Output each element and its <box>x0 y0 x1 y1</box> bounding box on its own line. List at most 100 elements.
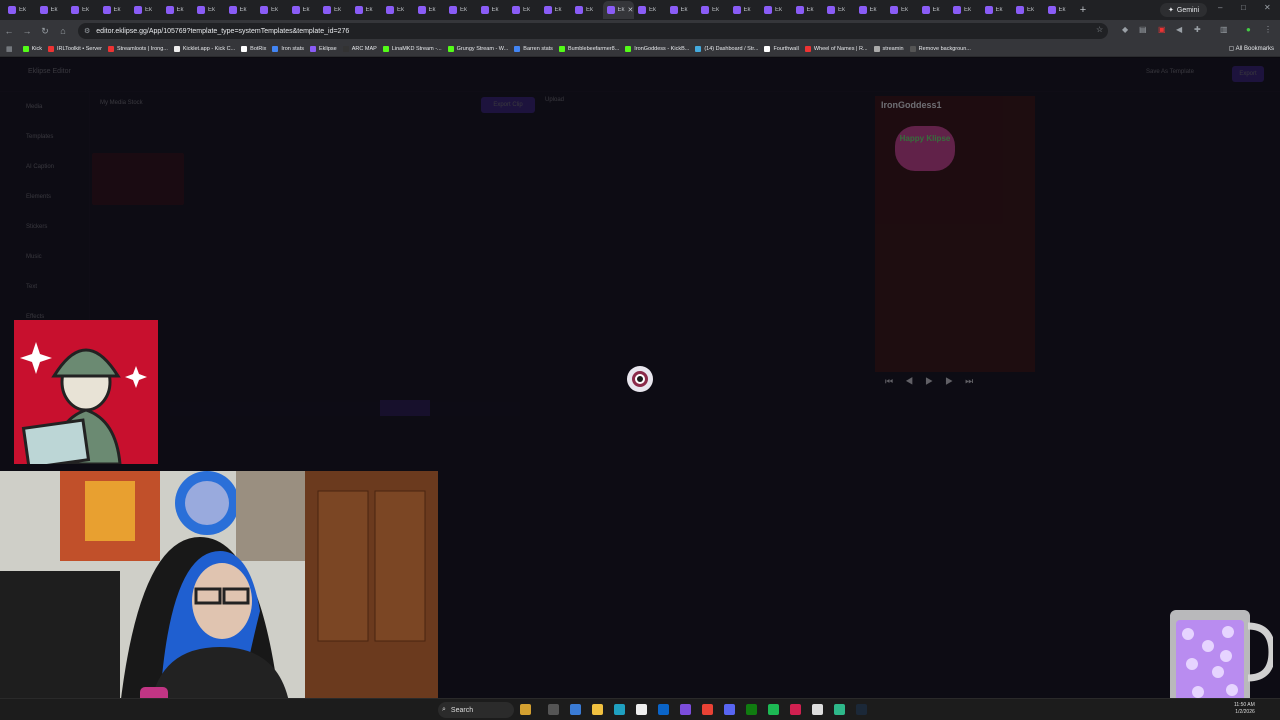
browser-tab[interactable]: Ek <box>193 1 225 19</box>
browser-tab[interactable]: Ek <box>760 1 792 19</box>
browser-tab[interactable]: Ek <box>4 1 36 19</box>
site-info-icon[interactable]: ⚙ <box>84 27 90 35</box>
chrome-icon[interactable] <box>702 704 713 715</box>
bookmark-item[interactable]: Bumblebeefarmer8... <box>558 46 619 52</box>
sidebar-item[interactable]: AI Caption <box>26 164 54 170</box>
close-tab-icon[interactable]: ✕ <box>628 6 634 14</box>
export-clip-button[interactable]: Export Clip <box>481 97 535 113</box>
bookmark-star-icon[interactable]: ☆ <box>1096 25 1103 34</box>
upload-button[interactable]: Upload <box>545 97 564 103</box>
bookmark-item[interactable]: Grungy Stream - W... <box>447 46 508 52</box>
export-button[interactable]: Export <box>1232 66 1264 82</box>
bookmark-item[interactable]: ARC MAP <box>342 46 377 52</box>
extension-icon[interactable]: ▣ <box>1158 25 1166 34</box>
sidebar-item[interactable]: Text <box>26 284 37 290</box>
reload-icon[interactable]: ↻ <box>36 26 54 37</box>
bookmark-item[interactable]: IRLToolkit • Server <box>48 46 102 52</box>
taskbar-app-icon[interactable] <box>790 704 801 715</box>
bookmark-item[interactable]: BotRix <box>241 46 266 52</box>
bookmark-item[interactable]: Kicklet.app - Kick C... <box>173 46 235 52</box>
bookmark-item[interactable]: Kick <box>22 46 42 52</box>
browser-tab[interactable]: Ek <box>67 1 99 19</box>
spotify-icon[interactable] <box>768 704 779 715</box>
timeline-button[interactable] <box>380 400 430 416</box>
browser-tab[interactable]: Ek <box>1012 1 1044 19</box>
browser-tab[interactable]: Ek <box>886 1 918 19</box>
browser-tab[interactable]: Ek <box>981 1 1013 19</box>
extensions-puzzle-icon[interactable]: ✚ <box>1194 25 1201 34</box>
outlook-icon[interactable] <box>658 704 669 715</box>
timeline-track[interactable] <box>170 402 520 416</box>
bookmark-item[interactable]: LinaMKD Stream -... <box>382 46 442 52</box>
bookmark-item[interactable]: Wheel of Names | R... <box>804 46 868 52</box>
sidebar-item[interactable]: Music <box>26 254 42 260</box>
browser-tab[interactable]: Ek <box>319 1 351 19</box>
new-tab-button[interactable]: + <box>1075 4 1091 16</box>
bookmark-item[interactable]: Streamloots | Irong... <box>107 46 168 52</box>
browser-tab[interactable]: Ek <box>918 1 950 19</box>
browser-tab[interactable]: Ek <box>225 1 257 19</box>
sidepanel-icon[interactable]: ▥ <box>1220 25 1228 34</box>
store-icon[interactable] <box>636 704 647 715</box>
back-icon[interactable]: ← <box>0 26 18 36</box>
discord-icon[interactable] <box>724 704 735 715</box>
apps-grid-icon[interactable]: ▦ <box>6 45 13 53</box>
file-explorer-icon[interactable] <box>592 704 603 715</box>
browser-tab[interactable]: Ek <box>508 1 540 19</box>
all-bookmarks[interactable]: ▢ All Bookmarks <box>1229 45 1274 52</box>
task-view-icon[interactable] <box>548 704 559 715</box>
sidebar-item[interactable]: Templates <box>26 134 53 140</box>
maximize-icon[interactable]: □ <box>1241 3 1246 12</box>
profile-avatar[interactable]: ● <box>1246 25 1251 34</box>
system-clock[interactable]: 11:50 AM 1/2/2026 <box>1234 702 1255 716</box>
browser-tab[interactable]: Ek <box>540 1 572 19</box>
extension-icon[interactable]: ◆ <box>1122 25 1128 34</box>
gemini-button[interactable]: ✦ Gemini <box>1160 3 1208 17</box>
taskbar-app-icon[interactable] <box>834 704 845 715</box>
home-icon[interactable]: ⌂ <box>54 26 72 36</box>
sidebar-item[interactable]: Media <box>26 104 42 110</box>
browser-tab[interactable]: Ek <box>162 1 194 19</box>
browser-tab[interactable]: Ek <box>36 1 68 19</box>
browser-tab[interactable]: Ek <box>823 1 855 19</box>
sidebar-item[interactable]: Stickers <box>26 224 47 230</box>
template-thumbnail[interactable] <box>92 153 184 205</box>
edge-icon[interactable] <box>614 704 625 715</box>
bookmark-item[interactable]: Fourthwall <box>764 46 799 52</box>
bookmark-item[interactable]: (14) Dashboard / Str... <box>695 46 758 52</box>
media-tabs[interactable]: My Media Stock <box>100 100 143 106</box>
browser-tab[interactable]: Ek <box>130 1 162 19</box>
browser-tab[interactable]: Ek <box>729 1 761 19</box>
save-template-button[interactable]: Save As Template <box>1146 69 1194 75</box>
browser-tab[interactable]: Ek <box>477 1 509 19</box>
bookmark-item[interactable]: streamin <box>873 46 904 52</box>
browser-tab[interactable]: Ek <box>1044 1 1076 19</box>
extension-icon[interactable]: ◀ <box>1176 25 1182 34</box>
menu-icon[interactable]: ⋮ <box>1264 25 1272 34</box>
taskbar-search[interactable]: ⌕ Search <box>438 702 514 718</box>
browser-tab[interactable]: Ek <box>949 1 981 19</box>
browser-tab[interactable]: Ek <box>414 1 446 19</box>
browser-tab[interactable]: Ek <box>445 1 477 19</box>
steam-icon[interactable] <box>856 704 867 715</box>
player-controls[interactable]: ⏮◀▶▶⏭ <box>885 376 985 387</box>
address-bar[interactable]: ⚙ editor.eklipse.gg/App/105769?template_… <box>78 23 1108 39</box>
browser-tab[interactable]: Ek <box>792 1 824 19</box>
bookmark-item[interactable]: IronGoddess - KickB... <box>625 46 689 52</box>
browser-tab[interactable]: Ek <box>382 1 414 19</box>
browser-tab[interactable]: Ek <box>351 1 383 19</box>
close-window-icon[interactable]: ✕ <box>1264 3 1271 12</box>
browser-tab[interactable]: Ek <box>666 1 698 19</box>
browser-tab[interactable]: Ek ✕ <box>602 1 634 19</box>
browser-tab[interactable]: Ek <box>256 1 288 19</box>
settings-icon[interactable] <box>812 704 823 715</box>
bookmark-item[interactable]: Iron stats <box>272 46 304 52</box>
minimize-icon[interactable]: – <box>1218 3 1222 12</box>
sidebar-item[interactable]: Elements <box>26 194 51 200</box>
browser-tab[interactable]: Ek <box>288 1 320 19</box>
browser-tab[interactable]: Ek <box>855 1 887 19</box>
extension-icon[interactable]: ▤ <box>1139 25 1147 34</box>
forward-icon[interactable]: → <box>18 26 36 36</box>
browser-tab[interactable]: Ek <box>99 1 131 19</box>
bookmark-item[interactable]: Barren stats <box>514 46 553 52</box>
